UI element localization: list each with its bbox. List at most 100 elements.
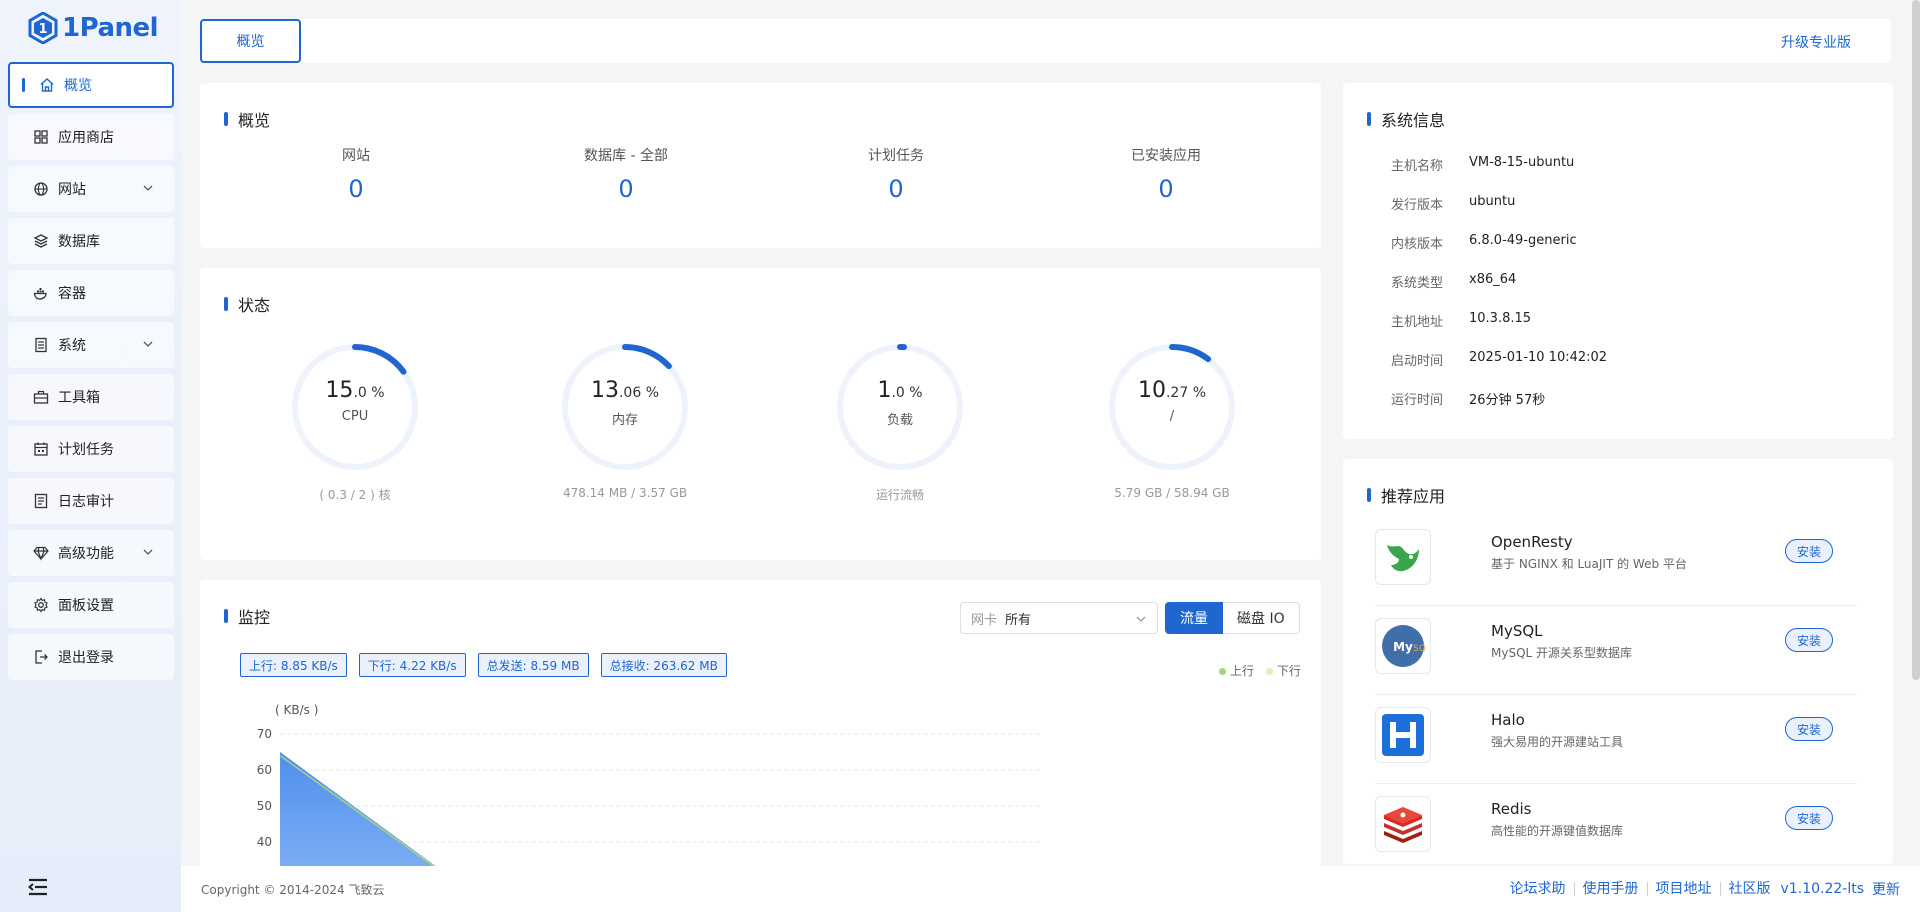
- sidebar-item-label: 系统: [58, 338, 86, 354]
- install-button[interactable]: 安装: [1785, 806, 1833, 830]
- legend-label: 上行: [1229, 664, 1254, 678]
- stat-websites[interactable]: 网站 0: [256, 145, 456, 203]
- app-desc: 基于 NGINX 和 LuaJIT 的 Web 平台: [1491, 557, 1687, 571]
- status-card: 状态 15.0 % CPU ( 0.3 / 2 ) 核 13.06 % 内存 4…: [200, 268, 1321, 560]
- sidebar-item-overview[interactable]: 概览: [8, 62, 174, 108]
- log-icon: [32, 492, 50, 510]
- stat-label: 已安装应用: [1131, 148, 1201, 164]
- redis-icon: [1375, 796, 1431, 852]
- sidebar-item-label: 面板设置: [58, 598, 114, 614]
- app-item-halo[interactable]: Halo 强大易用的开源建站工具 安装: [1375, 695, 1857, 784]
- stat-label: 计划任务: [868, 148, 924, 164]
- update-link[interactable]: 更新: [1872, 879, 1900, 899]
- chevron-down-icon: [143, 185, 153, 191]
- halo-icon: [1375, 707, 1431, 763]
- sidebar-item-logout[interactable]: 退出登录: [8, 634, 174, 680]
- sidebar-item-label: 退出登录: [58, 650, 114, 666]
- menu-collapse-icon[interactable]: [28, 878, 48, 896]
- gauge-center: 15.0 % CPU: [255, 378, 455, 424]
- tag-total-sent: 总发送: 8.59 MB: [477, 653, 589, 677]
- app-item-redis[interactable]: Redis 高性能的开源键值数据库 安装: [1375, 784, 1857, 864]
- legend-upload[interactable]: 上行: [1218, 662, 1254, 679]
- version-text: v1.10.22-lts: [1780, 881, 1864, 897]
- system-info-title: 系统信息: [1367, 107, 1445, 131]
- recommended-apps-card: 推荐应用 OpenResty 基于 NGINX 和 LuaJIT 的 Web 平…: [1343, 459, 1893, 864]
- svg-text:1: 1: [38, 22, 47, 37]
- docker-icon: [32, 284, 50, 302]
- info-key: 发行版本: [1391, 198, 1444, 213]
- info-key: 启动时间: [1391, 354, 1444, 369]
- app-item-mysql[interactable]: MySQL MySQL MySQL 开源关系型数据库 安装: [1375, 606, 1857, 695]
- overview-title: 概览: [224, 107, 270, 131]
- server-icon: [32, 336, 50, 354]
- info-value: ubuntu: [1469, 194, 1516, 209]
- info-value: 26分钟 57秒: [1469, 393, 1546, 408]
- install-button[interactable]: 安装: [1785, 717, 1833, 741]
- app-desc: 高性能的开源键值数据库: [1491, 824, 1624, 838]
- chevron-down-icon: [143, 549, 153, 555]
- upgrade-pro-link[interactable]: 升级专业版: [1781, 32, 1851, 52]
- sidebar-item-log-audit[interactable]: 日志审计: [8, 478, 174, 524]
- install-button[interactable]: 安装: [1785, 539, 1833, 563]
- sidebar-item-label: 工具箱: [58, 390, 100, 406]
- sidebar-item-settings[interactable]: 面板设置: [8, 582, 174, 628]
- status-title: 状态: [224, 292, 270, 316]
- sidebar-item-toolbox[interactable]: 工具箱: [8, 374, 174, 420]
- disk-io-button[interactable]: 磁盘 IO: [1223, 602, 1300, 634]
- nic-select[interactable]: 网卡 所有: [960, 602, 1158, 634]
- gauge-memory[interactable]: 13.06 % 内存 478.14 MB / 3.57 GB: [525, 340, 725, 500]
- sidebar-item-cron[interactable]: 计划任务: [8, 426, 174, 472]
- gauge-name: 负载: [886, 413, 913, 428]
- globe-icon: [32, 180, 50, 198]
- chevron-down-icon: [1136, 616, 1146, 622]
- gauge-load[interactable]: 1.0 % 负载 运行流畅: [800, 340, 1000, 503]
- info-row-hostname: 主机名称 VM-8-15-ubuntu: [1391, 155, 1574, 174]
- info-key: 系统类型: [1391, 276, 1444, 291]
- community-edition-link[interactable]: 社区版: [1721, 882, 1779, 896]
- sidebar-nav: 概览 应用商店 网站 数据库 容器 系统 工具箱 计划任务 日志审计 高级功能 …: [8, 62, 174, 686]
- gauge-center: 10.27 % /: [1072, 378, 1272, 424]
- gauge-disk[interactable]: 10.27 % / 5.79 GB / 58.94 GB: [1072, 340, 1272, 500]
- legend-label: 下行: [1276, 664, 1301, 678]
- monitor-card: 监控 网卡 所有 流量 磁盘 IO 上行: 8.85 KB/s 下行: 4.22…: [200, 580, 1321, 912]
- sidebar-item-database[interactable]: 数据库: [8, 218, 174, 264]
- app-desc: MySQL 开源关系型数据库: [1491, 646, 1633, 660]
- forum-link[interactable]: 论坛求助: [1502, 882, 1575, 896]
- app-name: MySQL: [1491, 622, 1543, 640]
- gauge-value-int: 10: [1137, 378, 1166, 403]
- sidebar-item-system[interactable]: 系统: [8, 322, 174, 368]
- logo-icon: 1: [28, 12, 58, 44]
- tab-overview[interactable]: 概览: [200, 19, 301, 63]
- mysql-icon: MySQL: [1375, 618, 1431, 674]
- stat-installed-apps[interactable]: 已安装应用 0: [1066, 145, 1266, 203]
- sidebar-item-container[interactable]: 容器: [8, 270, 174, 316]
- manual-link[interactable]: 使用手册: [1575, 882, 1648, 896]
- monitor-type-toggle: 流量 磁盘 IO: [1165, 602, 1300, 634]
- install-button[interactable]: 安装: [1785, 628, 1833, 652]
- page-scrollbar[interactable]: [1912, 0, 1920, 680]
- nic-select-label: 网卡: [971, 612, 998, 628]
- stat-databases[interactable]: 数据库 - 全部 0: [526, 145, 726, 203]
- sidebar-item-app-store[interactable]: 应用商店: [8, 114, 174, 160]
- info-row-boot-time: 启动时间 2025-01-10 10:42:02: [1391, 350, 1607, 369]
- stat-cron-jobs[interactable]: 计划任务 0: [796, 145, 996, 203]
- stat-value: 0: [888, 175, 904, 203]
- sidebar-item-advanced[interactable]: 高级功能: [8, 530, 174, 576]
- app-item-openresty[interactable]: OpenResty 基于 NGINX 和 LuaJIT 的 Web 平台 安装: [1375, 517, 1857, 606]
- traffic-button[interactable]: 流量: [1165, 602, 1223, 634]
- svg-text:My: My: [1393, 640, 1413, 654]
- sidebar-item-website[interactable]: 网站: [8, 166, 174, 212]
- layers-icon: [32, 232, 50, 250]
- legend-dot: [1218, 668, 1226, 675]
- legend-download[interactable]: 下行: [1265, 662, 1301, 679]
- gauge-name: CPU: [341, 409, 369, 424]
- project-link[interactable]: 项目地址: [1648, 882, 1721, 896]
- sidebar-item-label: 日志审计: [58, 494, 114, 510]
- top-tab-bar: 概览 升级专业版: [200, 19, 1891, 63]
- gauge-sub: 5.79 GB / 58.94 GB: [1114, 486, 1230, 500]
- nic-select-value: 所有: [1005, 612, 1032, 628]
- logo[interactable]: 1 1Panel: [28, 10, 159, 46]
- tag-total-received: 总接收: 263.62 MB: [600, 653, 727, 677]
- gauge-cpu[interactable]: 15.0 % CPU ( 0.3 / 2 ) 核: [255, 340, 455, 503]
- gear-icon: [32, 596, 50, 614]
